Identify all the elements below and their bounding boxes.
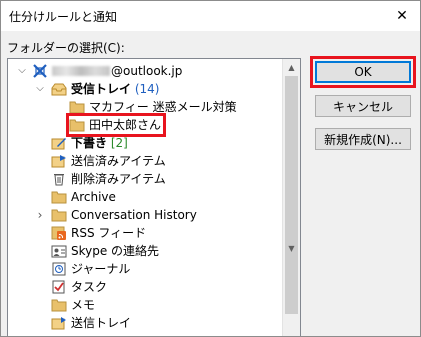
- close-button[interactable]: ✕: [384, 1, 420, 31]
- account-label: @outlook.jp: [52, 62, 182, 80]
- folder-icon: [51, 208, 67, 222]
- scroll-up-icon[interactable]: ▲: [283, 59, 300, 76]
- close-icon: ✕: [396, 8, 408, 24]
- highlight-box: [66, 113, 166, 137]
- folder-label-outbox: 送信トレイ: [71, 316, 132, 330]
- folder-tree-list: ⌵ @outlook.jp ⌵ 受信トレイ (14) マカフィー 迷惑メール対策…: [8, 59, 283, 336]
- tree-scrollbar[interactable]: ▲ ▼: [282, 59, 300, 336]
- tree-row-conversation-history[interactable]: › Conversation History: [8, 206, 283, 224]
- collapse-icon[interactable]: ⌵: [35, 80, 45, 98]
- scroll-down-icon[interactable]: ▼: [283, 240, 300, 257]
- drafts-icon: [51, 136, 67, 150]
- expand-icon[interactable]: ›: [35, 206, 45, 224]
- rules-dialog: 仕分けルールと通知 ✕ フォルダーの選択(C): ⌵ @outlook.jp ⌵…: [0, 0, 421, 337]
- tasks-icon: [51, 280, 67, 294]
- drafts-count: [2]: [110, 136, 128, 150]
- folder-icon: [69, 100, 85, 114]
- tree-row-inbox[interactable]: ⌵ 受信トレイ (14): [8, 80, 283, 98]
- tree-row-deleted[interactable]: 削除済みアイテム: [8, 170, 283, 188]
- folder-label-rss: RSS フィード: [71, 226, 147, 240]
- tree-row-tasks[interactable]: タスク: [8, 278, 283, 296]
- tree-row-archive[interactable]: Archive: [8, 188, 283, 206]
- tree-row-notes[interactable]: メモ: [8, 296, 283, 314]
- tree-row-outbox[interactable]: 送信トレイ: [8, 314, 283, 332]
- folder-label-skype-contacts: Skype の連絡先: [71, 244, 160, 258]
- contacts-icon: [51, 244, 67, 258]
- tree-row-rss[interactable]: RSS フィード: [8, 224, 283, 242]
- notes-icon: [51, 298, 67, 312]
- folder-label-deleted: 削除済みアイテム: [71, 172, 166, 186]
- folder-label-journal: ジャーナル: [71, 262, 131, 276]
- folder-label-archive: Archive: [71, 190, 116, 204]
- collapse-icon[interactable]: ⌵: [17, 62, 27, 80]
- new-folder-button[interactable]: 新規作成(N)...: [315, 128, 411, 150]
- ok-highlight-box: [310, 56, 416, 88]
- tree-row-account[interactable]: ⌵ @outlook.jp: [8, 62, 283, 80]
- rss-icon: [51, 226, 67, 240]
- journal-icon: [51, 262, 67, 276]
- exchange-account-icon: [32, 64, 48, 78]
- inbox-unread-count: (14): [134, 82, 160, 96]
- tree-row-journal[interactable]: ジャーナル: [8, 260, 283, 278]
- folder-icon: [51, 190, 67, 204]
- title-bar: 仕分けルールと通知 ✕: [1, 1, 420, 31]
- cancel-button[interactable]: キャンセル: [315, 95, 411, 117]
- folder-label-conversation-history: Conversation History: [71, 208, 197, 222]
- account-suffix: @outlook.jp: [111, 64, 183, 78]
- tree-row-sent[interactable]: 送信済みアイテム: [8, 152, 283, 170]
- tree-row-skype-contacts[interactable]: Skype の連絡先: [8, 242, 283, 260]
- drafts-label: 下書き: [71, 136, 108, 150]
- folder-label-sent: 送信済みアイテム: [71, 154, 166, 168]
- inbox-label: 受信トレイ: [71, 82, 132, 96]
- folder-label-tasks: タスク: [71, 280, 108, 294]
- inbox-icon: [51, 82, 67, 96]
- folder-label-notes: メモ: [71, 298, 96, 312]
- redacted-account-name: [52, 66, 110, 76]
- outbox-icon: [51, 316, 67, 330]
- trash-icon: [51, 172, 67, 186]
- scroll-thumb[interactable]: [285, 76, 298, 314]
- sent-items-icon: [51, 154, 67, 168]
- folder-tree[interactable]: ⌵ @outlook.jp ⌵ 受信トレイ (14) マカフィー 迷惑メール対策…: [7, 58, 301, 336]
- folder-select-label: フォルダーの選択(C):: [7, 41, 125, 55]
- window-title: 仕分けルールと通知: [9, 10, 118, 24]
